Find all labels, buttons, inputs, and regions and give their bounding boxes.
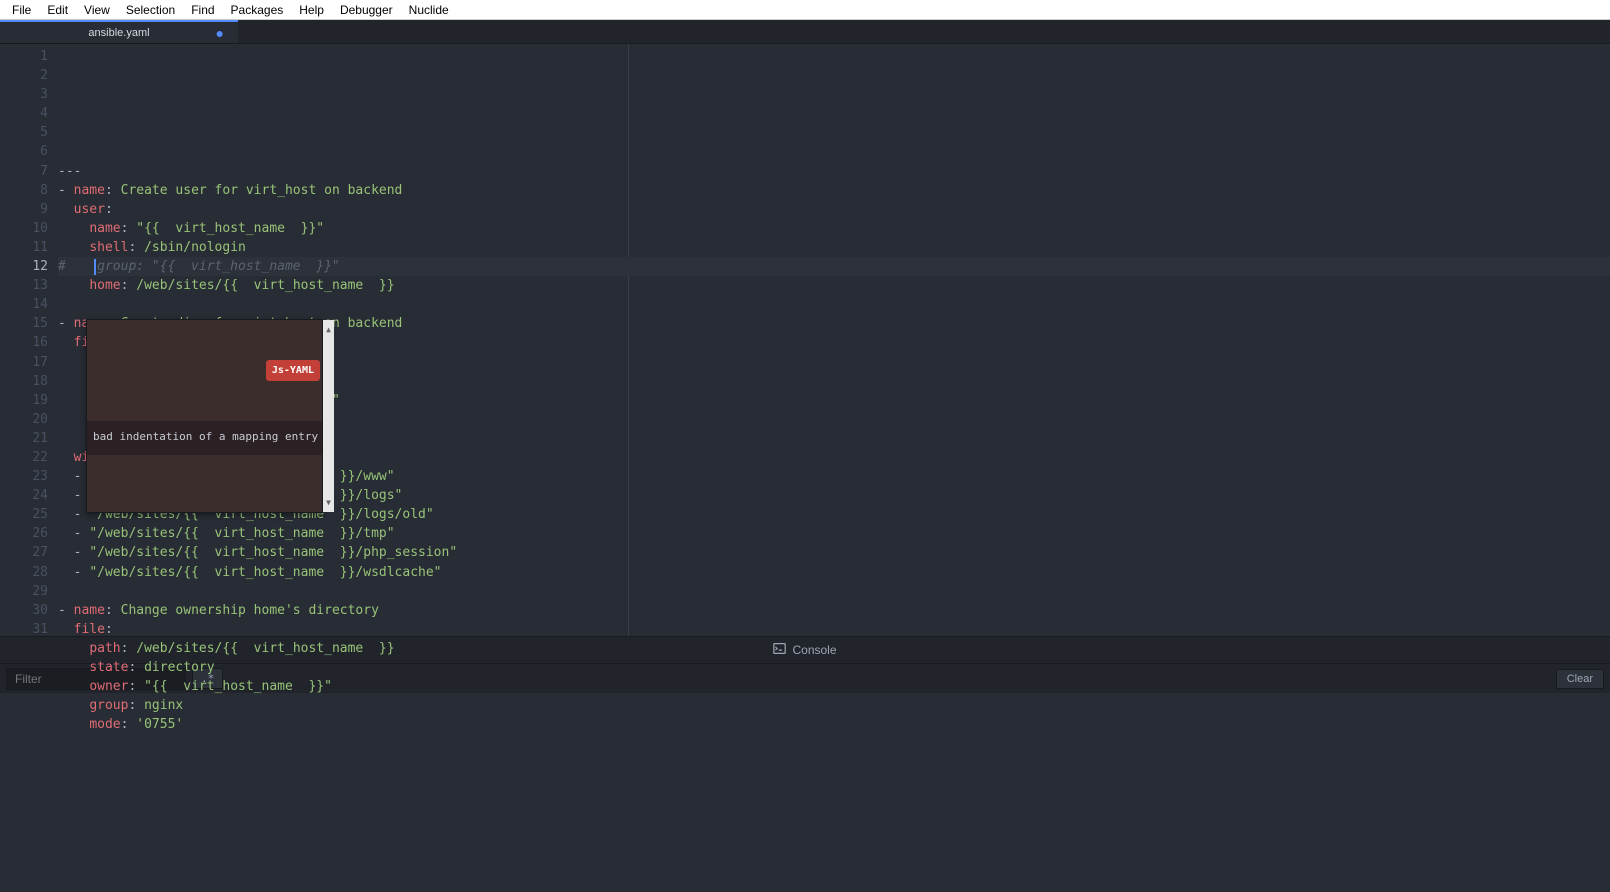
linter-tooltip: Js-YAML bad indentation of a mapping ent… bbox=[86, 319, 323, 513]
menu-bar: File Edit View Selection Find Packages H… bbox=[0, 0, 1610, 20]
code-area[interactable]: Js-YAML bad indentation of a mapping ent… bbox=[58, 44, 1610, 636]
scroll-down-icon[interactable]: ▼ bbox=[326, 493, 331, 512]
menu-view[interactable]: View bbox=[76, 1, 118, 19]
menu-nuclide[interactable]: Nuclide bbox=[401, 1, 457, 19]
linter-provider-badge: Js-YAML bbox=[266, 360, 320, 381]
code-line[interactable]: user: bbox=[58, 200, 1610, 219]
line-number[interactable]: 18 bbox=[0, 372, 48, 391]
line-number[interactable]: 17 bbox=[0, 353, 48, 372]
line-number[interactable]: 1 bbox=[0, 47, 48, 66]
line-number[interactable]: 22 bbox=[0, 448, 48, 467]
line-number[interactable]: 30 bbox=[0, 601, 48, 620]
text-cursor bbox=[94, 259, 96, 275]
line-number[interactable]: 10 bbox=[0, 219, 48, 238]
code-line[interactable] bbox=[58, 734, 1610, 753]
editor[interactable]: 1234567891011121314151617181920212223242… bbox=[0, 44, 1610, 636]
code-line[interactable]: - "/web/sites/{{ virt_host_name }}/php_s… bbox=[58, 543, 1610, 562]
menu-help[interactable]: Help bbox=[291, 1, 332, 19]
code-line[interactable]: owner: "{{ virt_host_name }}" bbox=[58, 677, 1610, 696]
code-line[interactable]: home: /web/sites/{{ virt_host_name }} bbox=[58, 276, 1610, 295]
line-number[interactable]: 13 bbox=[0, 276, 48, 295]
code-line[interactable]: --- bbox=[58, 162, 1610, 181]
line-number[interactable]: 31 bbox=[0, 620, 48, 639]
tab-ansible-yaml[interactable]: ansible.yaml ● bbox=[0, 20, 238, 43]
tab-title: ansible.yaml bbox=[88, 27, 149, 39]
line-number[interactable]: 14 bbox=[0, 295, 48, 314]
line-number[interactable]: 23 bbox=[0, 467, 48, 486]
line-number[interactable]: 20 bbox=[0, 410, 48, 429]
code-line[interactable]: shell: /sbin/nologin bbox=[58, 238, 1610, 257]
dirty-indicator-icon: ● bbox=[216, 26, 224, 40]
menu-selection[interactable]: Selection bbox=[118, 1, 183, 19]
line-number[interactable]: 2 bbox=[0, 66, 48, 85]
line-number[interactable]: 7 bbox=[0, 162, 48, 181]
code-line[interactable] bbox=[58, 295, 1610, 314]
line-number[interactable]: 16 bbox=[0, 333, 48, 352]
code-line[interactable]: name: "{{ virt_host_name }}" bbox=[58, 219, 1610, 238]
line-number[interactable]: 28 bbox=[0, 563, 48, 582]
code-line[interactable]: path: /web/sites/{{ virt_host_name }} bbox=[58, 639, 1610, 658]
code-line[interactable]: - "/web/sites/{{ virt_host_name }}/wsdlc… bbox=[58, 563, 1610, 582]
line-number-gutter: 1234567891011121314151617181920212223242… bbox=[0, 44, 58, 636]
code-line[interactable]: - "/web/sites/{{ virt_host_name }}/tmp" bbox=[58, 524, 1610, 543]
line-number[interactable]: 5 bbox=[0, 123, 48, 142]
line-number[interactable]: 19 bbox=[0, 391, 48, 410]
code-line[interactable]: - name: Change ownership home's director… bbox=[58, 601, 1610, 620]
line-number[interactable]: 3 bbox=[0, 85, 48, 104]
tab-bar: ansible.yaml ● bbox=[0, 20, 1610, 44]
line-number[interactable]: 27 bbox=[0, 543, 48, 562]
line-number[interactable]: 4 bbox=[0, 104, 48, 123]
code-line[interactable]: - name: Create user for virt_host on bac… bbox=[58, 181, 1610, 200]
line-number[interactable]: 9 bbox=[0, 200, 48, 219]
code-line[interactable]: group: nginx bbox=[58, 696, 1610, 715]
line-number[interactable]: 25 bbox=[0, 505, 48, 524]
line-number[interactable]: 24 bbox=[0, 486, 48, 505]
line-number[interactable]: 26 bbox=[0, 524, 48, 543]
menu-packages[interactable]: Packages bbox=[223, 1, 292, 19]
menu-debugger[interactable]: Debugger bbox=[332, 1, 401, 19]
code-line[interactable]: file: bbox=[58, 620, 1610, 639]
line-number[interactable]: 29 bbox=[0, 582, 48, 601]
code-line[interactable]: mode: '0755' bbox=[58, 715, 1610, 734]
linter-scrollbar[interactable]: ▲ ▼ bbox=[323, 320, 334, 512]
code-line[interactable]: state: directory bbox=[58, 658, 1610, 677]
line-number[interactable]: 8 bbox=[0, 181, 48, 200]
menu-edit[interactable]: Edit bbox=[39, 1, 76, 19]
linter-message: bad indentation of a mapping entry bbox=[87, 421, 322, 454]
menu-find[interactable]: Find bbox=[183, 1, 222, 19]
line-number[interactable]: 11 bbox=[0, 238, 48, 257]
code-line[interactable] bbox=[58, 582, 1610, 601]
line-number[interactable]: 12 bbox=[0, 257, 48, 276]
line-number[interactable]: 21 bbox=[0, 429, 48, 448]
menu-file[interactable]: File bbox=[4, 1, 39, 19]
line-number[interactable]: 15 bbox=[0, 314, 48, 333]
line-number[interactable]: 6 bbox=[0, 142, 48, 161]
scroll-up-icon[interactable]: ▲ bbox=[326, 320, 331, 339]
